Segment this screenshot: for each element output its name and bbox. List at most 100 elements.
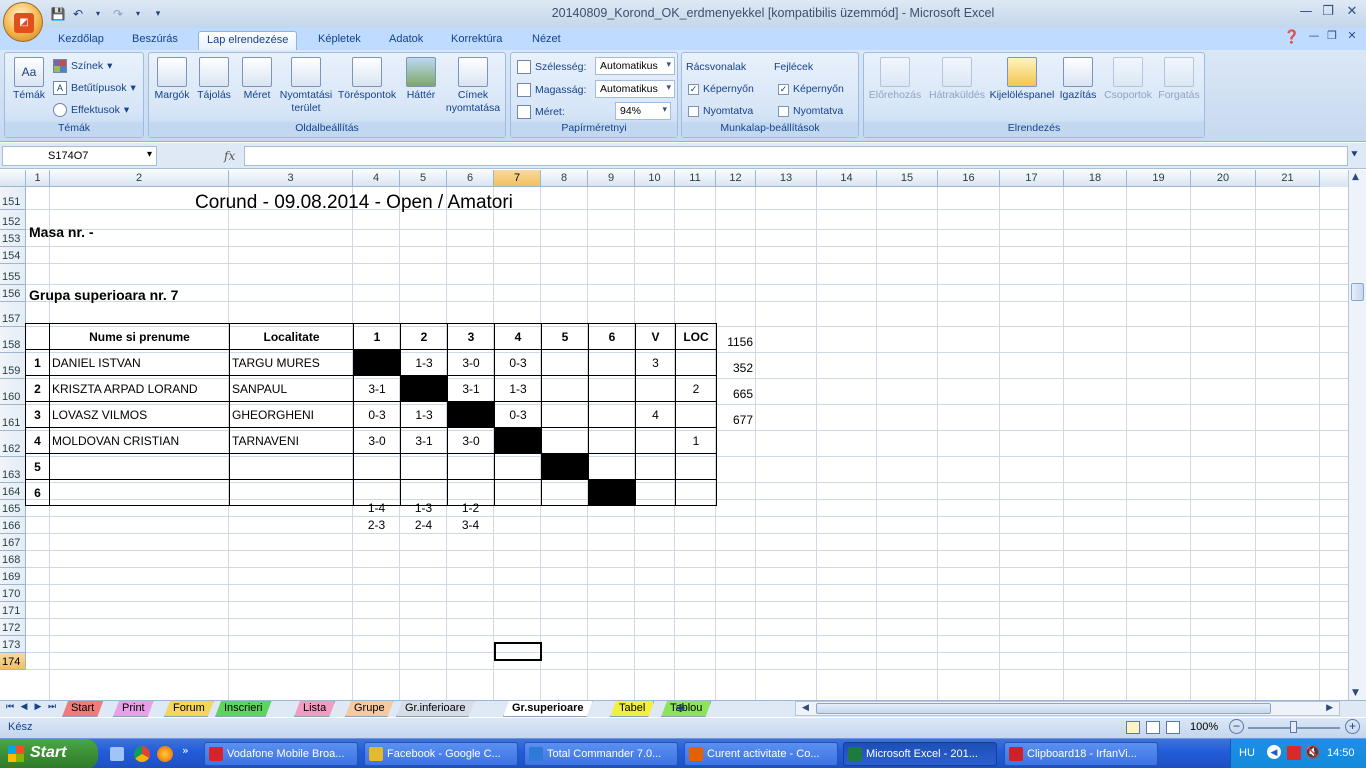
victories-cell[interactable]: [635, 375, 676, 402]
result-cell[interactable]: [494, 453, 542, 480]
row-header[interactable]: 171: [0, 602, 26, 619]
result-cell[interactable]: 1-3: [400, 349, 448, 376]
player-name-cell[interactable]: LOVASZ VILMOS: [49, 401, 230, 428]
prev-sheet-icon[interactable]: ◀: [18, 702, 30, 716]
player-city-cell[interactable]: [229, 453, 354, 480]
page-break-view-icon[interactable]: [1166, 721, 1180, 734]
send-back-button[interactable]: Hátraküldés: [926, 57, 988, 102]
themes-button[interactable]: Aa Témák: [7, 57, 51, 102]
scroll-right-icon[interactable]: ▶: [1326, 703, 1333, 713]
result-cell[interactable]: [541, 349, 589, 376]
row-header[interactable]: 151: [0, 187, 26, 210]
tab-lap-elrendezese[interactable]: Lap elrendezése: [198, 31, 298, 50]
side-number-cell[interactable]: 665: [716, 387, 753, 401]
header-cell[interactable]: V: [635, 323, 676, 350]
pairing-cell[interactable]: 2-3: [353, 518, 400, 532]
sheet-tab[interactable]: Tabel: [610, 701, 654, 717]
wb-restore-button[interactable]: ❐: [1322, 29, 1342, 47]
player-number-cell[interactable]: 6: [25, 479, 50, 506]
victories-cell[interactable]: [635, 427, 676, 454]
player-number-cell[interactable]: 5: [25, 453, 50, 480]
sheet-tab[interactable]: Start: [62, 701, 103, 717]
result-cell[interactable]: [541, 401, 589, 428]
row-header[interactable]: 169: [0, 568, 26, 585]
row-header[interactable]: 166: [0, 517, 26, 534]
column-header[interactable]: 5: [400, 170, 447, 187]
pairing-cell[interactable]: 1-2: [447, 501, 494, 515]
diagonal-black-cell[interactable]: [541, 453, 589, 480]
diagonal-black-cell[interactable]: [588, 479, 636, 506]
vertical-scrollbar[interactable]: ▲ ▼: [1348, 170, 1366, 700]
player-number-cell[interactable]: 2: [25, 375, 50, 402]
header-cell[interactable]: LOC: [675, 323, 717, 350]
width-combo[interactable]: Automatikus: [595, 57, 675, 75]
result-cell[interactable]: 0-3: [353, 401, 401, 428]
headings-view-checkbox[interactable]: ✓ Képernyőn: [778, 83, 844, 95]
result-cell[interactable]: [588, 349, 636, 376]
header-cell[interactable]: Nume si prenume: [49, 323, 230, 350]
fonts-button[interactable]: A Betűtípusok ▾: [53, 81, 136, 95]
diagonal-black-cell[interactable]: [447, 401, 495, 428]
player-name-cell[interactable]: DANIEL ISTVAN: [49, 349, 230, 376]
column-header[interactable]: 2: [50, 170, 229, 187]
language-indicator[interactable]: HU: [1239, 747, 1255, 759]
row-header[interactable]: 160: [0, 379, 26, 405]
result-cell[interactable]: [588, 427, 636, 454]
zoom-in-icon[interactable]: +: [1345, 719, 1360, 734]
diagonal-black-cell[interactable]: [494, 427, 542, 454]
result-cell[interactable]: 1-3: [494, 375, 542, 402]
result-cell[interactable]: [353, 453, 401, 480]
result-cell[interactable]: 3-0: [447, 427, 495, 454]
row-header[interactable]: 158: [0, 327, 26, 353]
help-icon[interactable]: ❓: [1282, 30, 1302, 48]
volume-icon[interactable]: 🔇: [1305, 745, 1320, 759]
row-header[interactable]: 153: [0, 230, 26, 247]
result-cell[interactable]: 0-3: [494, 349, 542, 376]
height-combo[interactable]: Automatikus: [595, 80, 675, 98]
pairing-cell[interactable]: 3-4: [447, 518, 494, 532]
column-header[interactable]: 20: [1191, 170, 1256, 187]
result-cell[interactable]: [588, 401, 636, 428]
sheet-tab[interactable]: Grupe: [345, 701, 394, 717]
result-cell[interactable]: [494, 479, 542, 506]
header-cell[interactable]: 2: [400, 323, 448, 350]
show-desktop-icon[interactable]: [110, 747, 124, 761]
player-city-cell[interactable]: [229, 479, 354, 506]
hscroll-thumb[interactable]: [816, 703, 1271, 714]
player-city-cell[interactable]: SANPAUL: [229, 375, 354, 402]
horizontal-scrollbar[interactable]: ◀ ▶: [795, 701, 1340, 716]
result-cell[interactable]: 3-1: [353, 375, 401, 402]
wb-minimize-button[interactable]: —: [1304, 29, 1324, 47]
result-cell[interactable]: 1-3: [400, 401, 448, 428]
expand-formula-icon[interactable]: ⯆: [1350, 148, 1359, 162]
background-button[interactable]: Háttér: [401, 57, 441, 102]
header-cell[interactable]: 6: [588, 323, 636, 350]
quicklaunch-more-icon[interactable]: »: [182, 744, 189, 757]
player-number-cell[interactable]: 4: [25, 427, 50, 454]
column-header[interactable]: 14: [817, 170, 877, 187]
column-header[interactable]: 1: [26, 170, 50, 187]
zoom-slider-thumb[interactable]: [1290, 721, 1297, 733]
column-header[interactable]: 19: [1127, 170, 1191, 187]
close-button[interactable]: ✕: [1342, 4, 1362, 22]
result-cell[interactable]: [541, 375, 589, 402]
first-sheet-icon[interactable]: ⏮: [4, 702, 16, 716]
row-header[interactable]: 162: [0, 431, 26, 457]
column-header[interactable]: 8: [541, 170, 588, 187]
zoom-level[interactable]: 100%: [1190, 721, 1218, 733]
result-cell[interactable]: 3-1: [447, 375, 495, 402]
player-name-cell[interactable]: [49, 453, 230, 480]
column-header[interactable]: 4: [353, 170, 400, 187]
taskbar-item[interactable]: Vodafone Mobile Broa...: [204, 742, 358, 766]
sheet-tab[interactable]: Gr.superioare: [503, 701, 593, 717]
row-header[interactable]: 165: [0, 500, 26, 517]
player-city-cell[interactable]: TARGU MURES: [229, 349, 354, 376]
taskbar-item[interactable]: Microsoft Excel - 201...: [843, 742, 997, 766]
scale-spinner[interactable]: 94%: [615, 102, 671, 120]
sheet-tab[interactable]: Inscrieri: [215, 701, 272, 717]
column-header[interactable]: 21: [1256, 170, 1320, 187]
tab-kepletek[interactable]: Képletek: [310, 31, 369, 50]
active-cell-selector[interactable]: [494, 642, 542, 661]
result-cell[interactable]: [400, 453, 448, 480]
result-cell[interactable]: 3-0: [353, 427, 401, 454]
